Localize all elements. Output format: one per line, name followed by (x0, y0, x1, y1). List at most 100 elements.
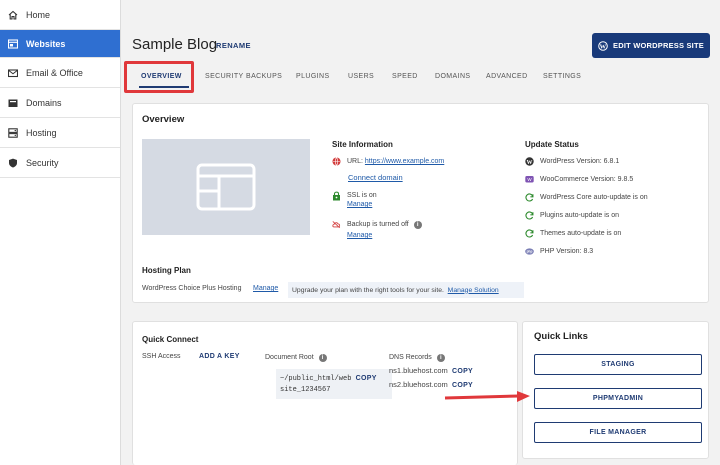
woocommerce-version-text: WooCommerce Version: 9.8.5 (540, 176, 634, 183)
site-url-link[interactable]: https://www.example.com (365, 158, 444, 165)
arrow-annotation (444, 391, 530, 402)
website-placeholder-icon (196, 163, 256, 211)
globe-icon (332, 157, 341, 166)
backup-row: Backup is turned off i (332, 220, 422, 229)
ssl-row: SSL is on (332, 191, 377, 200)
hosting-plan-name: WordPress Choice Plus Hosting (142, 285, 242, 292)
quick-links-title: Quick Links (534, 331, 588, 342)
ssl-manage-link[interactable]: Manage (347, 201, 372, 208)
websites-icon (7, 38, 18, 49)
update-status-title: Update Status (525, 140, 579, 149)
sidebar-item-label: Security (26, 157, 59, 168)
email-icon (7, 67, 18, 78)
quick-connect-title: Quick Connect (142, 335, 199, 344)
sidebar-item-home[interactable]: Home (0, 0, 120, 30)
tab-security[interactable]: SECURITY (205, 73, 244, 80)
home-icon (7, 9, 18, 20)
sidebar-item-email[interactable]: Email & Office (0, 58, 120, 88)
tab-backups[interactable]: BACKUPS (246, 73, 282, 80)
url-row: URL: https://www.example.com (332, 157, 444, 166)
update-status-item: Themes auto-update is on (525, 229, 621, 238)
nameserver-1: ns1.bluehost.com COPY (389, 366, 473, 375)
rename-link[interactable]: RENAME (216, 41, 251, 50)
dns-records-label-text: DNS Records (389, 354, 432, 361)
refresh-icon (525, 193, 534, 202)
hosting-plan-manage-link[interactable]: Manage (253, 285, 278, 292)
refresh-icon (525, 229, 534, 238)
wordpress-icon: W (525, 157, 534, 166)
tab-plugins[interactable]: PLUGINS (296, 73, 330, 80)
wordpress-version-text: WordPress Version: 6.8.1 (540, 158, 620, 165)
backup-status-text: Backup is turned off (347, 221, 409, 228)
info-icon[interactable]: i (318, 354, 327, 362)
backup-manage-link[interactable]: Manage (347, 232, 372, 239)
update-status-item: W WordPress Version: 6.8.1 (525, 157, 619, 166)
sidebar-item-label: Hosting (26, 127, 57, 138)
core-autoupdate-text: WordPress Core auto-update is on (540, 194, 648, 201)
themes-autoupdate-text: Themes auto-update is on (540, 230, 622, 237)
staging-button[interactable]: STAGING (534, 354, 702, 375)
tab-speed[interactable]: SPEED (392, 73, 418, 80)
main-content: Sample Blog RENAME W EDIT WORDPRESS SITE… (121, 0, 720, 465)
plugins-autoupdate-text: Plugins auto-update is on (540, 212, 619, 219)
nameserver-1-text: ns1.bluehost.com (389, 366, 448, 375)
document-root-label: Document Root i (265, 354, 327, 362)
document-root-path: ~/public_html/web (280, 375, 352, 383)
upgrade-text: Upgrade your plan with the right tools f… (292, 286, 444, 294)
copy-ns1-button[interactable]: COPY (452, 368, 473, 375)
hosting-plan-title: Hosting Plan (142, 266, 191, 275)
document-root-label-text: Document Root (265, 354, 314, 361)
sidebar-item-security[interactable]: Security (0, 148, 120, 178)
nameserver-2: ns2.bluehost.com COPY (389, 380, 473, 389)
tab-bar: OVERVIEW SECURITY BACKUPS PLUGINS USERS … (133, 68, 713, 90)
lock-icon (332, 191, 341, 200)
update-status-item: WordPress Core auto-update is on (525, 193, 648, 202)
edit-wordpress-site-label: EDIT WORDPRESS SITE (613, 41, 704, 50)
sidebar-item-domains[interactable]: Domains (0, 88, 120, 118)
sidebar-item-label: Email & Office (26, 67, 83, 78)
quick-links-card: Quick Links STAGING PHPMYADMIN FILE MANA… (522, 321, 709, 459)
ssl-status-text: SSL is on (347, 192, 377, 199)
edit-wordpress-site-button[interactable]: W EDIT WORDPRESS SITE (592, 33, 710, 58)
sidebar-item-hosting[interactable]: Hosting (0, 118, 120, 148)
info-icon[interactable]: i (413, 220, 422, 229)
nameserver-2-text: ns2.bluehost.com (389, 380, 448, 389)
sidebar-item-label: Websites (26, 38, 66, 49)
tab-advanced[interactable]: ADVANCED (486, 73, 528, 80)
wordpress-icon: W (598, 40, 608, 51)
ssh-access-label: SSH Access (142, 353, 181, 360)
php-version-text: PHP Version: 8.3 (540, 248, 594, 255)
upgrade-banner: Upgrade your plan with the right tools f… (288, 282, 524, 298)
update-status-item: W WooCommerce Version: 9.8.5 (525, 175, 633, 184)
update-status-item: php PHP Version: 8.3 (525, 247, 593, 256)
refresh-icon (525, 211, 534, 220)
sidebar-item-label: Domains (26, 97, 62, 108)
hosting-icon (7, 127, 18, 138)
document-root-path-line2: site_1234567 (280, 386, 331, 394)
info-icon[interactable]: i (436, 354, 445, 362)
update-status-item: Plugins auto-update is on (525, 211, 619, 220)
php-icon: php (525, 247, 534, 256)
add-key-button[interactable]: ADD A KEY (199, 353, 240, 360)
file-manager-button[interactable]: FILE MANAGER (534, 422, 702, 443)
shield-icon (7, 157, 18, 168)
tab-settings[interactable]: SETTINGS (543, 73, 581, 80)
copy-ns2-button[interactable]: COPY (452, 382, 473, 389)
overview-card: Overview Site Information URL: https://w… (132, 103, 709, 303)
copy-document-root-button[interactable]: COPY (356, 375, 377, 382)
page-title: Sample Blog (132, 36, 218, 53)
site-info-title: Site Information (332, 140, 393, 149)
tab-users[interactable]: USERS (348, 73, 374, 80)
sidebar: Home Websites Email & Office Domains Hos… (0, 0, 121, 465)
site-preview-thumbnail (142, 139, 310, 235)
svg-text:W: W (600, 43, 607, 50)
document-root-value: ~/public_html/web COPY site_1234567 (276, 369, 392, 399)
sidebar-item-websites[interactable]: Websites (0, 30, 120, 58)
phpmyadmin-button[interactable]: PHPMYADMIN (534, 388, 702, 409)
sidebar-item-label: Home (26, 9, 51, 20)
manage-solution-link[interactable]: Manage Solution (448, 287, 499, 294)
tab-domains[interactable]: DOMAINS (435, 73, 470, 80)
highlight-annotation (124, 61, 194, 93)
connect-domain-link[interactable]: Connect domain (348, 173, 403, 182)
cloud-off-icon (332, 220, 341, 229)
